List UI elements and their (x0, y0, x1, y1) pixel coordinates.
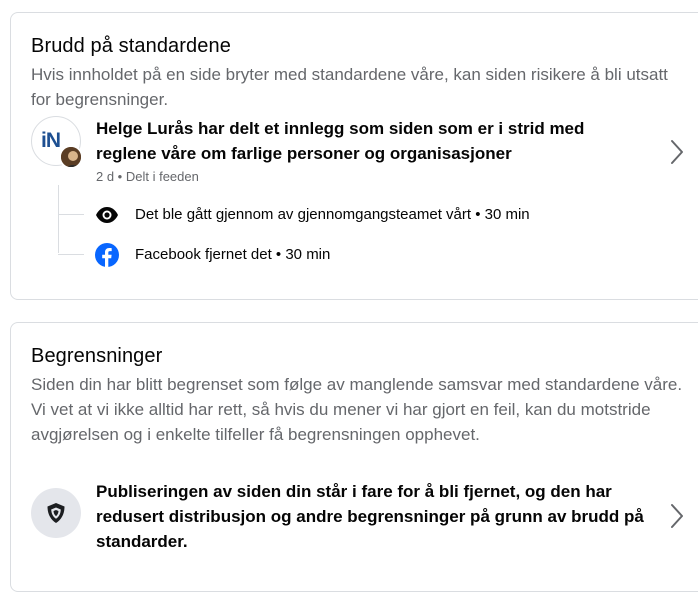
violations-card: Brudd på standardene Hvis innholdet på e… (10, 12, 698, 300)
page-avatar: iN (31, 116, 83, 169)
avatar-logo-text: iN (41, 129, 61, 152)
restrictions-description: Siden din har blitt begrenset som følge … (31, 375, 683, 444)
removal-step-text: Facebook fjernet det • 30 min (135, 246, 331, 263)
eye-icon (96, 207, 118, 223)
restriction-text: Publiseringen av siden din står i fare f… (96, 482, 644, 551)
user-avatar (59, 145, 83, 169)
review-step-text: Det ble gått gjennom av gjennomgangsteam… (135, 206, 530, 223)
chevron-right-icon[interactable] (669, 139, 685, 165)
violations-description: Hvis innholdet på en side bryter med sta… (31, 65, 668, 109)
restrictions-title: Begrensninger (31, 345, 163, 367)
restrictions-card: Begrensninger Siden din har blitt begren… (10, 322, 698, 592)
timeline-line (58, 185, 59, 253)
timeline-branch (58, 214, 84, 215)
chevron-right-icon[interactable] (669, 503, 685, 529)
violations-title: Brudd på standardene (31, 35, 231, 57)
timeline-branch (58, 254, 84, 255)
facebook-icon (95, 243, 119, 267)
violation-title: Helge Lurås har delt et innlegg som side… (96, 119, 585, 163)
shield-icon-container (31, 488, 81, 538)
shield-icon (47, 503, 65, 523)
violation-meta: 2 d • Delt i feeden (96, 169, 199, 184)
